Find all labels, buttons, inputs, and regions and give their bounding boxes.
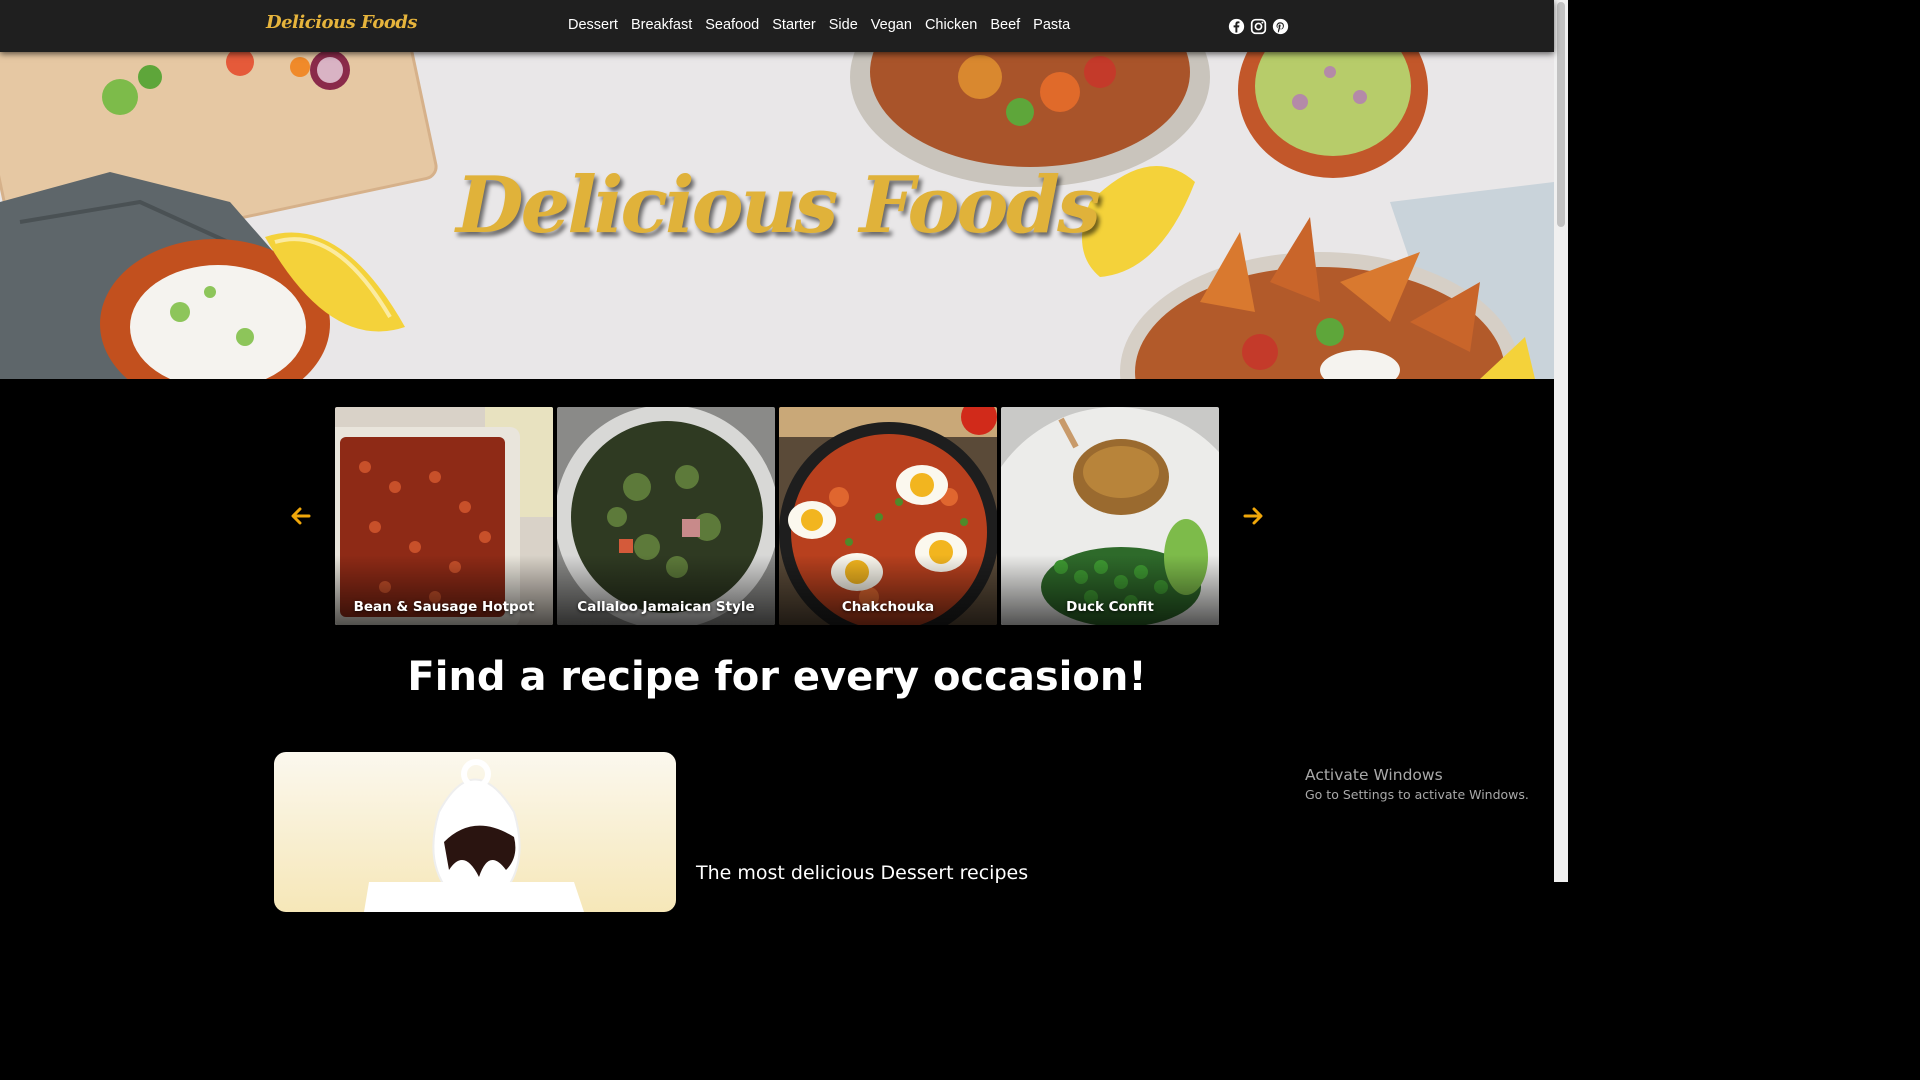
dessert-feature-text[interactable]: The most delicious Dessert recipes [696, 862, 1028, 884]
carousel-prev-arrow-icon[interactable] [289, 504, 313, 528]
carousel-card[interactable]: Bean & Sausage Hotpot [335, 407, 553, 625]
carousel-next-arrow-icon[interactable] [1241, 504, 1265, 528]
top-navbar: Delicious Foods Dessert Breakfast Seafoo… [0, 0, 1554, 52]
dessert-illustration [364, 759, 584, 912]
activate-windows-title: Activate Windows [1305, 766, 1443, 784]
carousel-card-title: Chakchouka [841, 599, 935, 615]
carousel-card-title: Duck Confit [1066, 599, 1154, 615]
nav-link-chicken[interactable]: Chicken [925, 17, 977, 33]
nav-link-breakfast[interactable]: Breakfast [631, 17, 692, 33]
instagram-icon[interactable] [1250, 18, 1267, 35]
carousel-card-title: Bean & Sausage Hotpot [353, 599, 535, 615]
nav-link-seafood[interactable]: Seafood [705, 17, 759, 33]
hero-banner: Delicious Foods [0, 52, 1554, 379]
section-heading: Find a recipe for every occasion! [407, 654, 1147, 700]
social-links [1228, 18, 1289, 35]
nav-links: Dessert Breakfast Seafood Starter Side V… [568, 17, 1070, 33]
vertical-scrollbar[interactable] [1554, 0, 1568, 882]
carousel-card[interactable]: Callaloo Jamaican Style [557, 407, 775, 625]
carousel-card-title: Callaloo Jamaican Style [577, 599, 755, 615]
nav-link-vegan[interactable]: Vegan [871, 17, 912, 33]
activate-windows-watermark: Activate Windows Go to Settings to activ… [1305, 766, 1529, 802]
recipe-carousel: Bean & Sausage Hotpot Callaloo Jamaican … [0, 379, 1554, 639]
carousel-card[interactable]: Duck Confit [1001, 407, 1219, 625]
pinterest-icon[interactable] [1272, 18, 1289, 35]
carousel-card[interactable]: Chakchouka [779, 407, 997, 625]
hero-title: Delicious Foods [455, 160, 1101, 251]
nav-link-starter[interactable]: Starter [772, 17, 816, 33]
brand-logo[interactable]: Delicious Foods [266, 12, 418, 33]
nav-link-side[interactable]: Side [829, 17, 858, 33]
nav-link-pasta[interactable]: Pasta [1033, 17, 1070, 33]
dessert-feature-image[interactable] [274, 752, 676, 912]
nav-link-dessert[interactable]: Dessert [568, 17, 618, 33]
facebook-icon[interactable] [1228, 18, 1245, 35]
activate-windows-subtitle: Go to Settings to activate Windows. [1305, 787, 1529, 802]
nav-link-beef[interactable]: Beef [990, 17, 1020, 33]
scrollbar-thumb[interactable] [1557, 2, 1565, 227]
